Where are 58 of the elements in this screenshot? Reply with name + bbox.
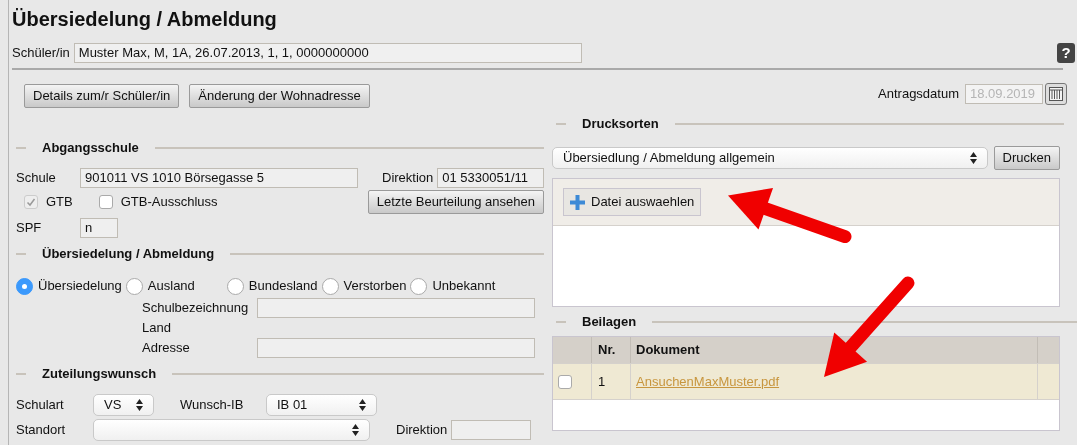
radio-label: Unbekannt — [432, 277, 496, 296]
print-form-select[interactable]: Übersiedlung / Abmeldung allgemein — [552, 147, 988, 169]
field-label: SPF — [15, 219, 43, 238]
action-button[interactable]: Details zum/r Schüler/in — [24, 84, 180, 108]
table-row[interactable]: 1 AnsuchenMaxMuster.pdf — [553, 363, 1059, 400]
text-field[interactable] — [257, 338, 535, 358]
radio-label: Verstorben — [343, 277, 407, 296]
field-label: Direktion — [382, 169, 434, 188]
calendar-icon — [1049, 87, 1063, 101]
directorate-field[interactable] — [451, 420, 532, 440]
radio-button[interactable] — [125, 277, 143, 295]
dropdown-arrows-icon — [359, 399, 366, 411]
section-heading: Drucksorten — [582, 115, 659, 134]
field-label: Standort — [15, 421, 67, 440]
plus-icon — [570, 194, 585, 210]
dropdown-arrows-icon — [136, 399, 143, 411]
field-label: Wunsch-IB — [180, 396, 245, 415]
radio-label: Ausland — [147, 277, 195, 296]
print-button[interactable]: Drucken — [993, 146, 1060, 170]
radio-button[interactable] — [321, 277, 339, 295]
directorate-field[interactable]: 01 5330051/11 — [437, 168, 544, 188]
field-label: Antragsdatum — [878, 85, 959, 104]
dropdown-arrows-icon — [352, 424, 359, 436]
section-heading: Zuteilungswunsch — [42, 365, 157, 384]
text-field[interactable] — [257, 298, 535, 318]
section-heading: Abgangsschule — [42, 139, 139, 158]
field-label: Schulart — [15, 396, 65, 415]
location-select[interactable] — [93, 419, 370, 441]
school-field[interactable]: 901011 VS 1010 Börsegasse 5 — [80, 168, 358, 188]
radio-label: Übersiedelung — [38, 277, 122, 296]
page-title: Übersiedelung / Abmeldung — [12, 7, 277, 32]
dropdown-arrows-icon — [969, 152, 977, 164]
section-heading: Beilagen — [582, 313, 637, 332]
field-label: Schulbezeichnung — [142, 299, 250, 318]
report-button[interactable]: Letzte Beurteilung ansehen — [367, 190, 544, 214]
field-label: Schüler/in — [12, 44, 70, 63]
field-label: Direktion — [396, 421, 448, 440]
field-label: Adresse — [142, 339, 191, 358]
checkbox[interactable] — [558, 374, 572, 389]
choose-file-button[interactable]: Datei auswaehlen — [563, 188, 702, 216]
radio-button[interactable] — [226, 277, 244, 295]
field-label: Land — [142, 319, 172, 338]
radio-label: Bundesland — [248, 277, 318, 296]
radio-button[interactable] — [16, 277, 33, 295]
section-heading: Übersiedelung / Abmeldung — [42, 245, 215, 264]
checkbox-label: GTB — [46, 193, 73, 212]
radio-button[interactable] — [410, 277, 428, 295]
help-button[interactable]: ? — [1057, 43, 1075, 63]
action-button[interactable]: Änderung der Wohnadresse — [189, 84, 370, 108]
school-type-select[interactable]: VS — [93, 394, 154, 416]
field-label: Schule — [15, 169, 57, 188]
table-cell-text: 1 — [598, 372, 606, 391]
student-field[interactable]: Muster Max, M, 1A, 26.07.2013, 1, 1, 0000000000 — [73, 43, 582, 63]
checkbox-label: GTB-Ausschluss — [120, 193, 218, 212]
spf-field[interactable]: n — [80, 218, 118, 238]
checkbox[interactable] — [98, 195, 113, 209]
calendar-button[interactable] — [1045, 83, 1067, 105]
wish-select[interactable]: IB 01 — [266, 394, 377, 416]
